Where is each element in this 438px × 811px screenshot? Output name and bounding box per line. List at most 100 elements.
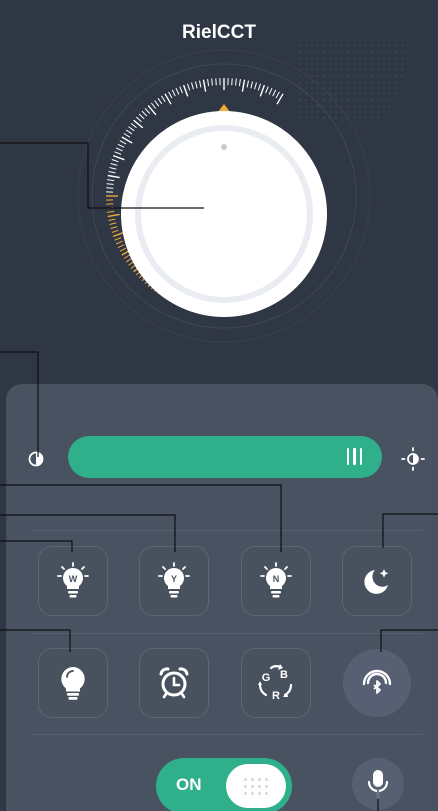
dial-tick [114, 151, 122, 155]
texture-dot [311, 57, 313, 59]
texture-dot [311, 105, 313, 107]
texture-dot [359, 105, 361, 107]
texture-dot [353, 39, 355, 41]
rgb-mode-button[interactable]: G B R [241, 648, 311, 718]
texture-dot [395, 63, 397, 65]
power-toggle[interactable]: ON [156, 758, 292, 811]
texture-dot [371, 75, 373, 77]
texture-dot [389, 87, 391, 89]
texture-dot [323, 93, 325, 95]
dial-tick [268, 87, 273, 95]
dial-tick [123, 254, 131, 259]
texture-dot [317, 93, 319, 95]
texture-dot [299, 99, 301, 101]
texture-dot [371, 69, 373, 71]
brightness-slider-handle[interactable] [346, 448, 362, 465]
texture-dot [371, 117, 373, 119]
texture-dot [305, 117, 307, 119]
texture-dot [299, 51, 301, 53]
texture-dot [365, 75, 367, 77]
texture-dot [383, 93, 385, 95]
dial-tick [106, 203, 114, 205]
dial-tick [107, 213, 120, 218]
texture-dot [329, 63, 331, 65]
texture-dot [311, 87, 313, 89]
texture-dot [365, 57, 367, 59]
texture-dot [359, 57, 361, 59]
dial-knob[interactable] [121, 111, 327, 317]
bulb-icon [61, 667, 85, 700]
bluetooth-button[interactable] [343, 649, 411, 717]
dial-tick [115, 240, 123, 245]
texture-dot [407, 57, 409, 59]
texture-dot [329, 57, 331, 59]
texture-dot [341, 87, 343, 89]
power-toggle-knob[interactable] [226, 764, 286, 808]
power-toggle-label: ON [176, 775, 202, 794]
preset-n-button[interactable]: N [241, 546, 311, 616]
texture-dot [365, 105, 367, 107]
texture-dot [389, 99, 391, 101]
texture-dot [305, 39, 307, 41]
color-temperature-dial[interactable] [0, 0, 438, 390]
dial-tick [171, 89, 176, 97]
texture-dot [359, 87, 361, 89]
texture-dot [305, 51, 307, 53]
texture-dot [347, 45, 349, 47]
texture-dot [365, 45, 367, 47]
dial-tick [109, 167, 117, 170]
triangle-pointer-icon [218, 104, 230, 112]
texture-dot [329, 39, 331, 41]
texture-dot [299, 45, 301, 47]
texture-dot [377, 69, 379, 71]
voice-button[interactable] [352, 758, 404, 810]
preset-n-letter: N [273, 574, 280, 584]
preset-w-letter: W [69, 574, 78, 584]
texture-dot [407, 51, 409, 53]
texture-dot [335, 93, 337, 95]
preset-w-button[interactable]: W [38, 546, 108, 616]
dial-tick [110, 226, 118, 229]
panel-divider-3 [30, 734, 422, 735]
dial-tick [154, 100, 160, 107]
dial-tick [275, 91, 280, 99]
texture-dot [335, 111, 337, 113]
texture-dot [311, 93, 313, 95]
custom-bulb-button[interactable] [38, 648, 108, 718]
texture-dot [377, 63, 379, 65]
timer-button[interactable] [139, 648, 209, 718]
texture-dot [329, 75, 331, 77]
texture-dot [395, 81, 397, 83]
texture-dot [389, 57, 391, 59]
texture-dot [359, 117, 361, 119]
texture-dot [317, 117, 319, 119]
dial-tick [128, 126, 135, 132]
texture-dot [299, 39, 301, 41]
texture-dot [383, 75, 385, 77]
texture-dot [383, 87, 385, 89]
texture-dot [341, 81, 343, 83]
preset-y-button[interactable]: Y [139, 546, 209, 616]
night-mode-button[interactable] [342, 546, 412, 616]
texture-dot [401, 69, 403, 71]
dial-tick [135, 116, 142, 123]
texture-dot [335, 87, 337, 89]
texture-dot [395, 39, 397, 41]
dial-tick [257, 83, 261, 91]
texture-dot [353, 57, 355, 59]
dial-tick [107, 174, 120, 179]
dial-tick [112, 231, 125, 238]
texture-dot [341, 117, 343, 119]
texture-dot [311, 39, 313, 41]
texture-dot [353, 117, 355, 119]
brightness-slider[interactable] [68, 436, 382, 478]
rgb-letter-b: B [280, 669, 288, 681]
dial-tick [157, 97, 163, 105]
dial-graphic[interactable] [0, 0, 438, 390]
dial-tick [175, 87, 180, 95]
dial-tick [108, 171, 116, 174]
dial-tick [130, 123, 137, 129]
dial-tick [187, 83, 191, 91]
texture-dot [353, 45, 355, 47]
texture-dot [341, 39, 343, 41]
